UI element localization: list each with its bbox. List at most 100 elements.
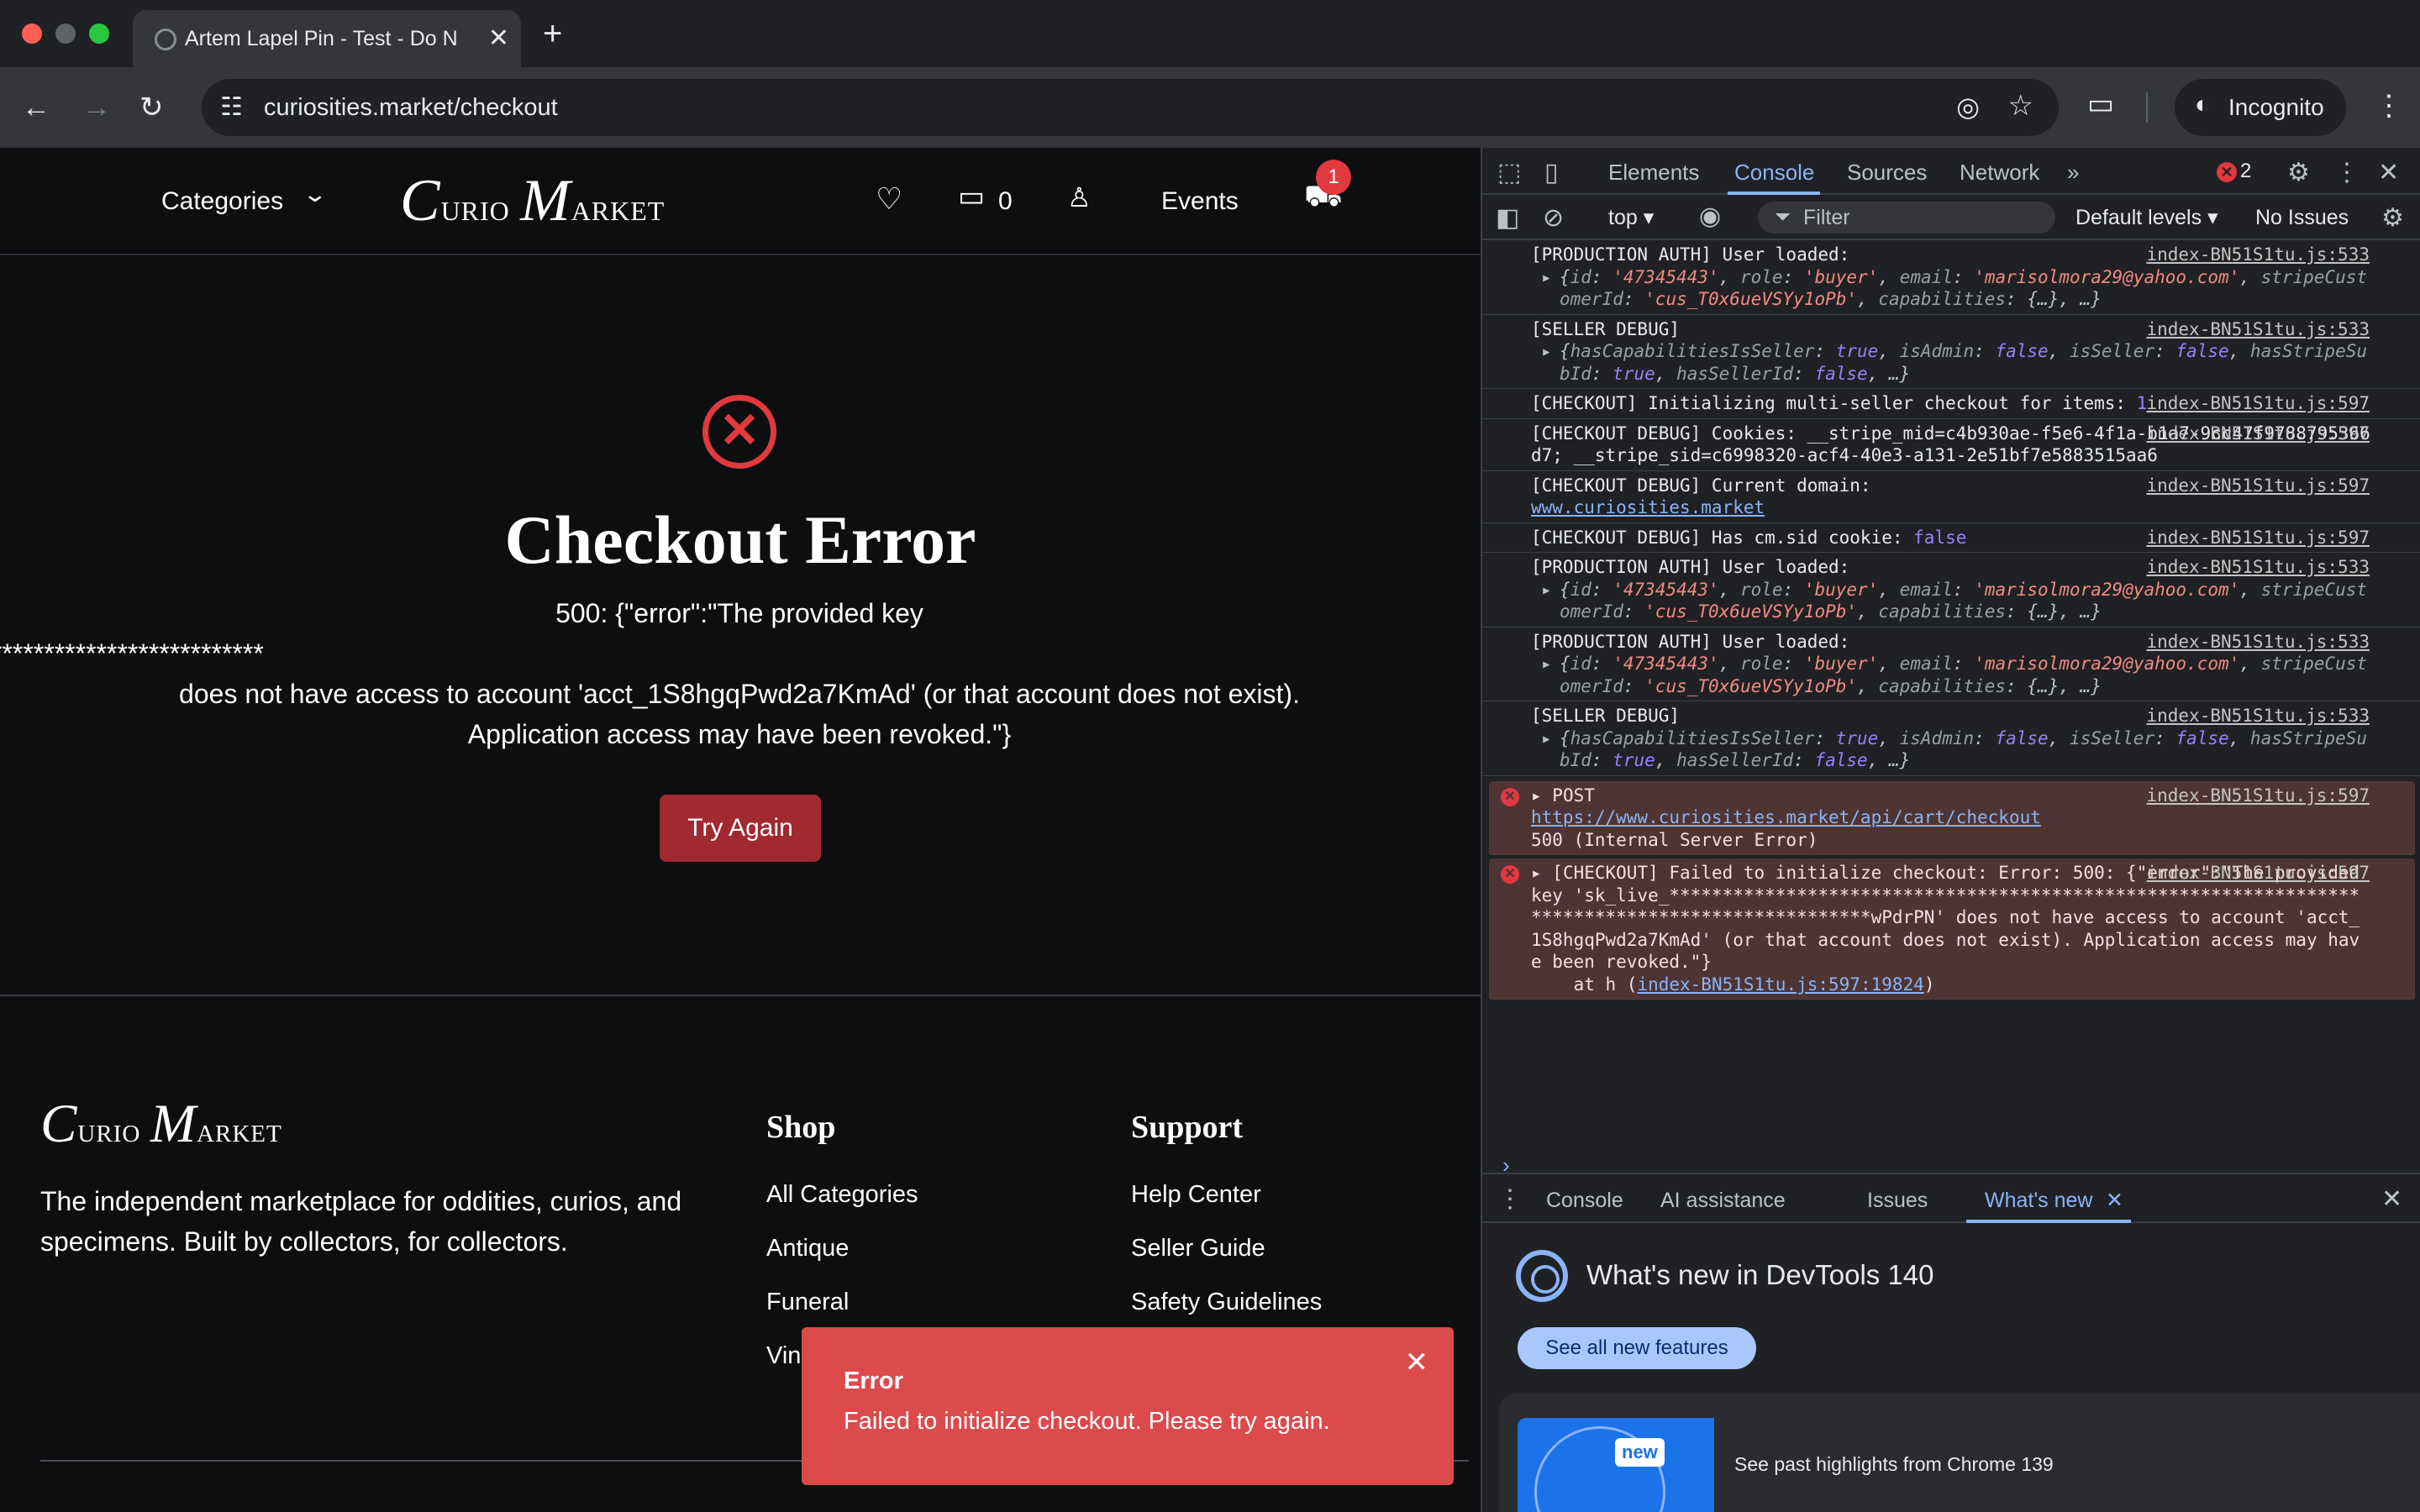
- log-object[interactable]: {hasCapabilitiesIsSeller: true, isAdmin:…: [1531, 340, 2376, 385]
- nav-events[interactable]: Events: [1161, 185, 1239, 218]
- context-selector-value: top: [1608, 206, 1638, 229]
- source-link[interactable]: index-BN51S1tu.js:597: [2146, 862, 2370, 885]
- obj-customer: 'cus_T0x6ueVSYy1oPb': [1644, 289, 1858, 309]
- tab-close-icon[interactable]: ✕: [488, 22, 509, 55]
- error-message-line: 500: {"error":"The provided key: [555, 598, 923, 628]
- drawer-tab-console[interactable]: Console: [1546, 1186, 1623, 1215]
- domain-link[interactable]: www.curiosities.market: [1531, 496, 2376, 519]
- source-link[interactable]: index-BN51S1tu.js:533: [2146, 556, 2370, 579]
- console-message: index-BN51S1tu.js:533 [SELLER DEBUG]{hasC…: [1482, 701, 2420, 776]
- drawer-menu-icon[interactable]: ⋮: [1497, 1184, 1523, 1214]
- source-link[interactable]: index-BN51S1tu.js:533: [2146, 705, 2370, 727]
- window-minimize-button[interactable]: [55, 24, 76, 44]
- log-object[interactable]: {hasCapabilitiesIsSeller: true, isAdmin:…: [1531, 727, 2376, 772]
- forward-button[interactable]: →: [82, 89, 111, 126]
- nav-categories[interactable]: Categories: [161, 185, 283, 218]
- footer-link-vintage[interactable]: Vin: [766, 1339, 801, 1373]
- source-link[interactable]: index-BN51S1tu.js:533: [2146, 631, 2370, 654]
- new-tab-button[interactable]: +: [543, 15, 562, 52]
- source-link[interactable]: index-BN51S1tu.js:597: [2146, 785, 2370, 807]
- log-object[interactable]: {id: '47345443', role: 'buyer', email: '…: [1531, 266, 2376, 311]
- user-icon[interactable]: ♙: [1067, 181, 1092, 213]
- logo-letter-c: C: [400, 167, 441, 234]
- footer-link-safety-guidelines[interactable]: Safety Guidelines: [1131, 1285, 1322, 1319]
- live-expression-eye-icon[interactable]: ◉: [1699, 202, 1721, 231]
- log-value: 1: [2136, 393, 2148, 413]
- source-link[interactable]: index-BN51S1tu.js:597: [2146, 475, 2370, 497]
- window-maximize-button[interactable]: [89, 24, 109, 44]
- chrome-menu-icon[interactable]: ⋮: [2375, 89, 2403, 123]
- obj-id: '47345443': [1612, 579, 1719, 600]
- console-error-message: ✕ index-BN51S1tu.js:597 ▸ POST https://www.…: [1489, 780, 2415, 855]
- source-link[interactable]: index-BN51S1tu.js:533: [2146, 244, 2370, 266]
- reload-button[interactable]: ↻: [139, 89, 164, 126]
- site-info-icon[interactable]: ☷: [220, 92, 243, 122]
- chevron-down-icon[interactable]: ⌄: [302, 181, 329, 207]
- issues-counter[interactable]: No Issues: [2255, 203, 2349, 232]
- console-settings-icon[interactable]: ⚙: [2381, 203, 2404, 233]
- console-message: index-BN51S1tu.js:533 [PRODUCTION AUTH] U…: [1482, 240, 2420, 315]
- clear-console-icon[interactable]: ⊘: [1543, 203, 1564, 233]
- error-title: Checkout Error: [504, 501, 976, 578]
- tab-sources[interactable]: Sources: [1847, 158, 1927, 186]
- highlight-text[interactable]: See past highlights from Chrome 139: [1734, 1450, 2054, 1478]
- source-link[interactable]: index-BN51S1tu.js:533: [2146, 318, 2370, 341]
- try-again-button[interactable]: Try Again: [660, 795, 821, 862]
- log-text: [PRODUCTION AUTH] User loaded:: [1531, 244, 1850, 265]
- log-object[interactable]: {id: '47345443', role: 'buyer', email: '…: [1531, 579, 2376, 623]
- see-all-features-button[interactable]: See all new features: [1518, 1327, 1756, 1369]
- settings-gear-icon[interactable]: ⚙: [2287, 158, 2310, 187]
- drawer-tab-whats-new[interactable]: What's new: [1985, 1186, 2092, 1215]
- drawer-tab-issues[interactable]: Issues: [1867, 1186, 1928, 1215]
- footer-link-funeral[interactable]: Funeral: [766, 1285, 849, 1319]
- obj-id: '47345443': [1612, 266, 1719, 287]
- inspect-element-icon[interactable]: ⬚: [1497, 158, 1521, 187]
- back-button[interactable]: ←: [22, 89, 50, 126]
- whats-new-close-icon[interactable]: ✕: [2106, 1186, 2123, 1215]
- tab-title: Artem Lapel Pin - Test - Do N: [185, 27, 458, 50]
- log-text: [SELLER DEBUG]: [1531, 318, 1681, 339]
- incognito-icon: ◐: [2195, 91, 2211, 118]
- source-link[interactable]: index-BN51S1tu.js:597: [2146, 392, 2370, 415]
- footer-logo[interactable]: Curio Market: [40, 1090, 282, 1164]
- incognito-indicator[interactable]: ◐ Incognito: [2175, 79, 2346, 136]
- message-icon[interactable]: ▭: [958, 180, 985, 213]
- log-object[interactable]: {id: '47345443', role: 'buyer', email: '…: [1531, 653, 2376, 697]
- footer-link-seller-guide[interactable]: Seller Guide: [1131, 1231, 1265, 1265]
- log-levels-dropdown[interactable]: Default levels ▾: [2075, 203, 2218, 232]
- more-tabs-icon[interactable]: »: [2067, 158, 2079, 186]
- console-output[interactable]: index-BN51S1tu.js:533 [PRODUCTION AUTH] U…: [1482, 240, 2420, 1173]
- url-text[interactable]: curiosities.market/checkout: [264, 91, 558, 124]
- sidebar-toggle-icon[interactable]: ◧: [1496, 203, 1519, 233]
- eye-off-icon[interactable]: ◎: [1956, 91, 1980, 123]
- tab-console[interactable]: Console: [1734, 158, 1814, 186]
- tab-network[interactable]: Network: [1960, 158, 2039, 186]
- footer-link-help-center[interactable]: Help Center: [1131, 1178, 1261, 1211]
- footer-link-antique[interactable]: Antique: [766, 1231, 849, 1265]
- devtools-menu-icon[interactable]: ⋮: [2334, 158, 2360, 187]
- devtools-close-icon[interactable]: ✕: [2378, 158, 2399, 187]
- window-close-button[interactable]: [22, 24, 42, 44]
- source-link[interactable]: index-BN51S1tu.js:597: [2146, 527, 2370, 549]
- log-text: [CHECKOUT DEBUG] Current domain:: [1531, 475, 1882, 496]
- tab-search-icon[interactable]: ▭: [2087, 87, 2114, 121]
- bookmark-star-icon[interactable]: ☆: [2008, 89, 2033, 123]
- browser-tab-active[interactable]: Artem Lapel Pin - Test - Do N ✕: [133, 10, 521, 67]
- error-count-badge[interactable]: ✕ 2: [2217, 160, 2251, 183]
- address-bar[interactable]: ☷ curiosities.market/checkout ◎ ☆: [202, 79, 2059, 136]
- context-selector[interactable]: top ▾: [1608, 203, 1654, 232]
- drawer-close-icon[interactable]: ✕: [2381, 1184, 2402, 1214]
- drawer-tabbar: ⋮ Console AI assistance Issues What's ne…: [1482, 1174, 2420, 1223]
- request-url-link[interactable]: https://www.curiosities.market/api/cart/…: [1531, 806, 2370, 829]
- tab-elements[interactable]: Elements: [1608, 158, 1699, 186]
- console-filter-input[interactable]: ⏷ Filter: [1758, 202, 2055, 234]
- source-link[interactable]: index-BN51S1tu.js:597: [2146, 423, 2370, 445]
- stack-link[interactable]: index-BN51S1tu.js:597:19824: [1637, 974, 1923, 995]
- drawer-tab-ai-assistance[interactable]: AI assistance: [1660, 1186, 1786, 1215]
- site-header: Categories ⌄ Curio Market ♡ ▭ 0 ♙ Events…: [0, 148, 1481, 255]
- device-toolbar-icon[interactable]: ▯: [1544, 158, 1559, 187]
- footer-link-all-categories[interactable]: All Categories: [766, 1178, 918, 1211]
- toast-close-icon[interactable]: ✕: [1405, 1346, 1429, 1379]
- heart-icon[interactable]: ♡: [876, 181, 902, 217]
- site-logo[interactable]: Curio Market: [400, 163, 665, 245]
